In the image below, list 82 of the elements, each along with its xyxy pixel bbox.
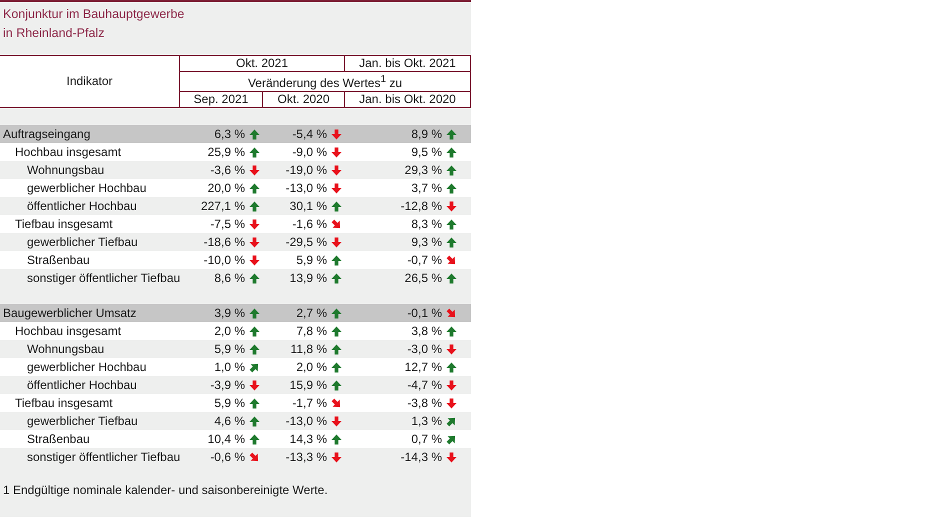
row-label: Wohnungsbau bbox=[26, 163, 106, 177]
table-cell: 14,3 % bbox=[290, 432, 327, 446]
table-cell: -12,8 % bbox=[400, 199, 442, 213]
table-cell: 3,8 % bbox=[411, 324, 442, 338]
footnote: 1 Endgültige nominale kalender- und saisonbereinigte Werte. bbox=[2, 483, 329, 497]
table-cell: -7,5 % bbox=[210, 217, 245, 231]
table-cell: -13,0 % bbox=[286, 181, 327, 195]
table-cell: 3,9 % bbox=[214, 306, 245, 320]
table-cell: 227,1 % bbox=[200, 199, 245, 213]
column-header: Sep. 2021 bbox=[180, 92, 262, 108]
row-label: Wohnungsbau bbox=[26, 342, 106, 356]
table-cell: -19,0 % bbox=[286, 163, 327, 177]
table-cell: 9,5 % bbox=[411, 145, 442, 159]
table-cell: 1,3 % bbox=[411, 414, 442, 428]
table-cell: -13,3 % bbox=[286, 450, 327, 464]
table-cell: 29,3 % bbox=[404, 163, 442, 177]
column-header: Okt. 2020 bbox=[262, 92, 344, 108]
row-label: öffentlicher Hochbau bbox=[26, 378, 138, 392]
table-cell: 3,7 % bbox=[411, 181, 442, 195]
table-cell: -0,6 % bbox=[210, 450, 245, 464]
table-cell: 12,7 % bbox=[404, 360, 442, 374]
table-cell: 9,3 % bbox=[411, 235, 442, 249]
table-title: in Rheinland-Pfalz bbox=[3, 25, 106, 42]
table-cell: -14,3 % bbox=[400, 450, 442, 464]
table-cell: 4,6 % bbox=[214, 414, 245, 428]
row-label: gewerblicher Tiefbau bbox=[26, 235, 139, 249]
table-cell: 2,7 % bbox=[296, 306, 327, 320]
column-header: Veränderung des Wertes$^{1}$ zu bbox=[180, 72, 470, 92]
table-cell: 6,3 % bbox=[214, 127, 245, 141]
table-cell: 5,9 % bbox=[296, 253, 327, 267]
table-cell: 25,9 % bbox=[208, 145, 245, 159]
row-label: Hochbau insgesamt bbox=[14, 145, 122, 159]
table-cell: 1,0 % bbox=[214, 360, 245, 374]
row-label: gewerblicher Hochbau bbox=[26, 360, 148, 374]
row-label: öffentlicher Hochbau bbox=[26, 199, 138, 213]
column-header: Jan. bis Okt. 2020 bbox=[344, 92, 470, 108]
row-label: Tiefbau insgesamt bbox=[14, 396, 114, 410]
row-label: gewerblicher Tiefbau bbox=[26, 414, 139, 428]
table-cell: 20,0 % bbox=[208, 181, 245, 195]
table-cell: 8,9 % bbox=[411, 127, 442, 141]
table-cell: 2,0 % bbox=[214, 324, 245, 338]
column-header: Indikator bbox=[0, 56, 180, 108]
table-cell: -10,0 % bbox=[204, 253, 245, 267]
table-cell: -3,0 % bbox=[407, 342, 442, 356]
table-cell: 0,7 % bbox=[411, 432, 442, 446]
table-cell: -29,5 % bbox=[286, 235, 327, 249]
table-cell: 7,8 % bbox=[296, 324, 327, 338]
table-cell: -5,4 % bbox=[292, 127, 327, 141]
row-label: Straßenbau bbox=[26, 432, 91, 446]
table-cell: 15,9 % bbox=[290, 378, 327, 392]
table-cell: 30,1 % bbox=[290, 199, 327, 213]
row-label: Hochbau insgesamt bbox=[14, 324, 122, 338]
table-cell: -3,9 % bbox=[210, 378, 245, 392]
table-cell: 13,9 % bbox=[290, 271, 327, 285]
row-label: Tiefbau insgesamt bbox=[14, 217, 114, 231]
table-cell: 11,8 % bbox=[290, 342, 327, 356]
table-cell: 26,5 % bbox=[404, 271, 442, 285]
table-cell: 8,6 % bbox=[214, 271, 245, 285]
table-cell: -0,1 % bbox=[407, 306, 442, 320]
column-header: Jan. bis Okt. 2021 bbox=[344, 56, 470, 72]
table-cell: -3,6 % bbox=[210, 163, 245, 177]
table-cell: -9,0 % bbox=[292, 145, 327, 159]
row-label: Straßenbau bbox=[26, 253, 91, 267]
table-cell: -13,0 % bbox=[286, 414, 327, 428]
table-cell: 5,9 % bbox=[214, 342, 245, 356]
row-label: Baugewerblicher Umsatz bbox=[2, 306, 138, 320]
table-cell: 2,0 % bbox=[296, 360, 327, 374]
row-label: sonstiger öffentlicher Tiefbau bbox=[26, 271, 182, 285]
table-cell: -1,7 % bbox=[292, 396, 327, 410]
row-label: sonstiger öffentlicher Tiefbau bbox=[26, 450, 182, 464]
row-label: Auftragseingang bbox=[2, 127, 92, 141]
table-cell: -0,7 % bbox=[407, 253, 442, 267]
table-cell: -3,8 % bbox=[407, 396, 442, 410]
table-cell: 10,4 % bbox=[208, 432, 245, 446]
table-cell: -4,7 % bbox=[407, 378, 442, 392]
row-label: gewerblicher Hochbau bbox=[26, 181, 148, 195]
table-cell: 5,9 % bbox=[214, 396, 245, 410]
table-title: Konjunktur im Bauhauptgewerbe bbox=[3, 6, 186, 23]
table-cell: -1,6 % bbox=[292, 217, 327, 231]
column-header: Okt. 2021 bbox=[180, 56, 344, 72]
table-cell: 8,3 % bbox=[411, 217, 442, 231]
table-cell: -18,6 % bbox=[204, 235, 245, 249]
